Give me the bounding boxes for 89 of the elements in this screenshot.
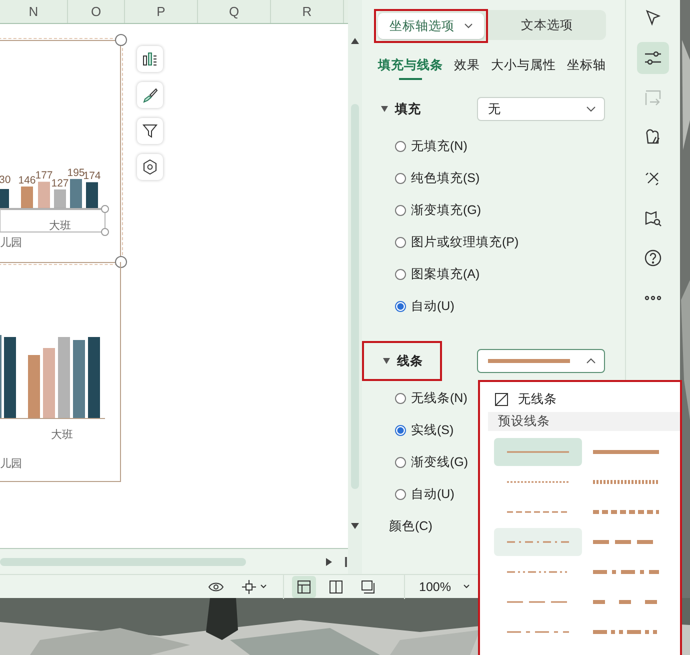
line-sample-icon	[507, 539, 569, 545]
category-label: 大班	[49, 220, 71, 232]
category-label: 大班	[51, 429, 73, 441]
scroll-up-icon[interactable]	[351, 38, 359, 44]
selection-box[interactable]	[0, 205, 109, 236]
option-tab[interactable]: 坐标轴选项	[378, 13, 484, 39]
line-sample-icon	[507, 569, 569, 575]
chevron-icon	[586, 106, 596, 112]
filter-icon	[142, 123, 158, 139]
dropdown-field[interactable]	[477, 349, 605, 373]
sub-tab[interactable]: 填充与线条	[378, 57, 443, 80]
bar	[0, 189, 9, 209]
scroll-down-icon[interactable]	[351, 523, 359, 529]
line-sample-icon	[488, 359, 570, 363]
chart-tool-button[interactable]	[137, 118, 163, 144]
triangle-icon	[383, 358, 390, 364]
scroll-end-icon[interactable]	[345, 556, 347, 566]
column-header[interactable]: N	[28, 4, 38, 19]
focus-button[interactable]	[242, 580, 267, 594]
brush-icon	[142, 87, 158, 103]
chart-frame[interactable]	[0, 40, 121, 263]
line-sample-icon	[593, 479, 659, 485]
line-sample-icon	[593, 599, 659, 605]
chart-elements-icon	[142, 51, 158, 67]
line-sample-icon	[507, 509, 569, 515]
radio-option[interactable]: 自动(U)	[378, 478, 454, 510]
radio-option[interactable]: 无填充(N)	[378, 130, 468, 162]
radio-option[interactable]: 图案填充(A)	[378, 258, 480, 290]
sub-tab[interactable]: 大小与属性	[491, 57, 556, 80]
data-label: 146	[18, 174, 36, 187]
radio-option[interactable]: 图片或纹理填充(P)	[378, 226, 519, 258]
radio-option[interactable]: 渐变线(G)	[378, 446, 468, 478]
data-label: 177	[35, 170, 53, 182]
data-label: 195	[67, 166, 85, 179]
dropdown-field[interactable]: 无	[477, 97, 605, 121]
data-label: 127	[51, 177, 69, 190]
chevron-icon	[586, 358, 596, 364]
no-line-option[interactable]: 无线条	[488, 390, 557, 408]
bar	[38, 182, 50, 209]
radio-option[interactable]: 渐变填充(G)	[378, 194, 482, 226]
bar	[21, 186, 33, 209]
line-sample-icon	[507, 449, 569, 455]
zoom-level[interactable]: 100%	[419, 580, 451, 594]
settings-icon	[142, 159, 158, 175]
chart-tool-button[interactable]	[137, 82, 163, 108]
option-tab[interactable]: 文本选项	[488, 12, 606, 38]
group-label: 儿园	[0, 237, 22, 249]
chevron-down-icon	[260, 584, 267, 589]
scroll-right-icon[interactable]	[326, 558, 332, 566]
group-label: 儿园	[0, 458, 22, 470]
chart-tool-button[interactable]	[137, 154, 163, 180]
section-title: 填充	[395, 100, 421, 118]
column-header[interactable]: P	[156, 4, 166, 19]
line-sample-icon	[507, 629, 569, 635]
bar	[86, 182, 98, 209]
normal-view-icon[interactable]	[292, 576, 316, 598]
no-line-icon	[495, 392, 508, 406]
group-header: 预设线条	[488, 412, 680, 431]
line-sample-icon	[593, 569, 659, 575]
bar	[70, 178, 82, 209]
resize-handle[interactable]	[115, 256, 127, 268]
chevron-down-icon[interactable]	[462, 584, 470, 589]
column-header[interactable]: Q	[228, 4, 240, 19]
section-toggle[interactable]: 线条	[382, 352, 423, 370]
sub-tab[interactable]: 效果	[454, 57, 480, 80]
data-label: 174	[83, 170, 101, 182]
line-sample-icon	[593, 509, 659, 515]
radio-option[interactable]: 实线(S)	[378, 414, 454, 446]
column-header[interactable]: R	[302, 4, 312, 19]
triangle-icon	[381, 106, 388, 112]
line-sample-icon	[507, 599, 569, 605]
scrollbar-thumb[interactable]	[0, 558, 246, 566]
bar	[54, 189, 66, 209]
radio-option[interactable]: 自动(U)	[378, 290, 454, 322]
line-sample-icon	[593, 449, 659, 455]
resize-handle[interactable]	[115, 34, 127, 46]
radio-option[interactable]: 无线条(N)	[378, 382, 468, 414]
chevron-down-icon	[464, 23, 472, 29]
line-sample-icon	[593, 629, 659, 635]
eye-icon[interactable]	[208, 580, 224, 592]
sub-tab[interactable]: 坐标轴	[567, 57, 606, 80]
column-header[interactable]: O	[90, 4, 102, 19]
section-title: 线条	[397, 352, 423, 370]
chart-tool-button[interactable]	[137, 46, 163, 72]
line-sample-icon	[507, 479, 569, 485]
radio-option[interactable]: 纯色填充(S)	[378, 162, 480, 194]
sliders-icon[interactable]	[637, 42, 669, 74]
field-label: 颜色(C)	[389, 518, 432, 534]
section-toggle[interactable]: 填充	[378, 100, 421, 118]
